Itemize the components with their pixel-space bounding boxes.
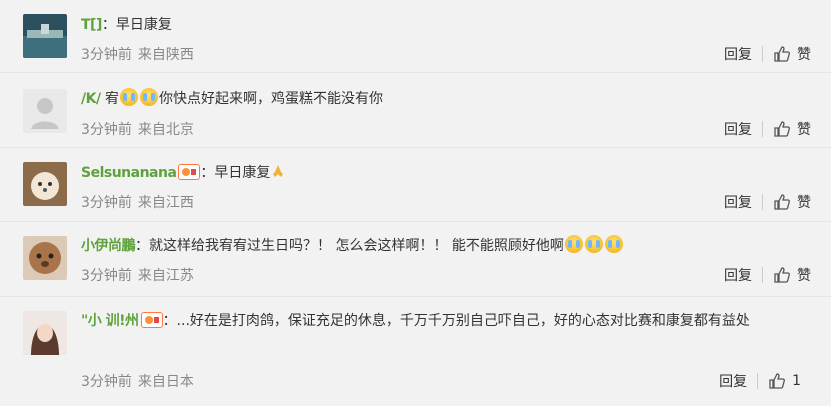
username-link[interactable]: T[] (81, 17, 102, 33)
comment-text: /K/ 宥 你快点好起来啊，鸡蛋糕不能没有你 (81, 87, 811, 112)
like-count: 1 (792, 373, 801, 389)
like-button[interactable]: 赞 (773, 44, 811, 64)
comment-actions: 回复 赞 (724, 119, 811, 139)
comment-meta: 3分钟前 来自陕西 (81, 44, 200, 64)
comment-meta: 3分钟前 来自北京 (81, 119, 200, 139)
comment-content: ：就这样给我宥宥过生日吗？！ 怎么会这样啊！！ 能不能照顾好他啊 (135, 238, 564, 254)
comment-location: 来自江苏 (137, 268, 194, 284)
comment-item: T[]：早日康复 3分钟前 来自陕西 回复 赞 (0, 0, 831, 73)
divider (762, 194, 763, 210)
comment-location: 来自北京 (137, 122, 194, 138)
username-link[interactable]: Selsunanana (81, 165, 177, 181)
comment-location: 来自江西 (137, 195, 194, 211)
avatar[interactable] (23, 311, 67, 355)
reply-button[interactable]: 回复 (719, 371, 747, 391)
username-link[interactable]: "小 训!州 (81, 313, 139, 329)
crying-emoji-icon (120, 88, 139, 106)
like-button[interactable]: 赞 (773, 265, 811, 285)
comment-time: 3分钟前 (81, 195, 132, 211)
comment-actions: 回复 赞 (724, 265, 811, 285)
like-button[interactable]: 1 (768, 372, 801, 390)
divider (762, 46, 763, 62)
crying-emoji-icon (564, 235, 583, 253)
reply-button[interactable]: 回复 (724, 192, 752, 212)
comment-content: 宥 (105, 91, 120, 107)
comment-item: "小 训!州 ：...好在是打肉鸽，保证充足的休息，千万千万别自己吓自己，好的心态… (0, 297, 831, 406)
avatar[interactable] (23, 162, 67, 206)
comment-time: 3分钟前 (81, 374, 132, 390)
like-label: 赞 (797, 122, 811, 138)
comment-location: 来自陕西 (137, 47, 194, 63)
comment-actions: 回复 赞 (724, 44, 811, 64)
comment-text: 小伊尚鵬：就这样给我宥宥过生日吗？！ 怎么会这样啊！！ 能不能照顾好他啊 (81, 234, 811, 259)
thumbs-up-icon (774, 121, 790, 137)
like-button[interactable]: 赞 (773, 119, 811, 139)
comment-list: T[]：早日康复 3分钟前 来自陕西 回复 赞 /K/ 宥 你快点好起来啊，鸡蛋… (0, 0, 831, 406)
praying-hands-icon (273, 165, 284, 177)
reply-button[interactable]: 回复 (724, 44, 752, 64)
like-label: 赞 (797, 47, 811, 63)
avatar[interactable] (23, 89, 67, 133)
member-badge-icon (140, 312, 163, 328)
comment-text: T[]：早日康复 (81, 13, 811, 38)
thumbs-up-icon (774, 267, 790, 283)
thumbs-up-icon (774, 194, 790, 210)
reply-button[interactable]: 回复 (724, 265, 752, 285)
comment-time: 3分钟前 (81, 268, 132, 284)
comment-content: ：早日康复 (101, 17, 172, 33)
like-button[interactable]: 赞 (773, 192, 811, 212)
comment-time: 3分钟前 (81, 47, 132, 63)
comment-content: ：...好在是打肉鸽，保证充足的休息，千万千万别自己吓自己，好的心态对比赛和康复… (162, 313, 750, 329)
divider (757, 373, 759, 389)
divider (762, 267, 763, 283)
like-label: 赞 (797, 195, 811, 211)
comment-content: ：早日康复 (200, 165, 271, 181)
avatar[interactable] (23, 236, 67, 280)
comment-content: 你快点好起来啊，鸡蛋糕不能没有你 (159, 91, 384, 107)
comment-time: 3分钟前 (81, 122, 132, 138)
thumbs-up-icon (769, 373, 786, 389)
comment-meta: 3分钟前 来自日本 (81, 371, 200, 391)
comment-location: 来自日本 (137, 374, 194, 390)
comment-meta: 3分钟前 来自江西 (81, 192, 200, 212)
username-link[interactable]: /K/ (81, 91, 101, 107)
avatar[interactable] (23, 14, 67, 58)
crying-emoji-icon (584, 235, 603, 253)
comment-item: /K/ 宥 你快点好起来啊，鸡蛋糕不能没有你 3分钟前 来自北京 回复 赞 (0, 73, 831, 148)
thumbs-up-icon (774, 46, 790, 62)
comment-text: Selsunanana ：早日康复 (81, 161, 811, 186)
like-label: 赞 (797, 268, 811, 284)
comment-actions: 回复 1 (719, 371, 801, 391)
username-link[interactable]: 小伊尚鵬 (81, 238, 136, 254)
comment-item: Selsunanana ：早日康复 3分钟前 来自江西 回复 赞 (0, 148, 831, 222)
crying-emoji-icon (604, 235, 623, 253)
comment-item: 小伊尚鵬：就这样给我宥宥过生日吗？！ 怎么会这样啊！！ 能不能照顾好他啊 3分钟… (0, 222, 831, 297)
member-badge-icon (178, 164, 201, 180)
comment-text: "小 训!州 ：...好在是打肉鸽，保证充足的休息，千万千万别自己吓自己，好的心态… (81, 309, 781, 334)
comment-meta: 3分钟前 来自江苏 (81, 265, 200, 285)
comment-actions: 回复 赞 (724, 192, 811, 212)
divider (762, 121, 763, 137)
reply-button[interactable]: 回复 (724, 119, 752, 139)
crying-emoji-icon (140, 88, 159, 106)
